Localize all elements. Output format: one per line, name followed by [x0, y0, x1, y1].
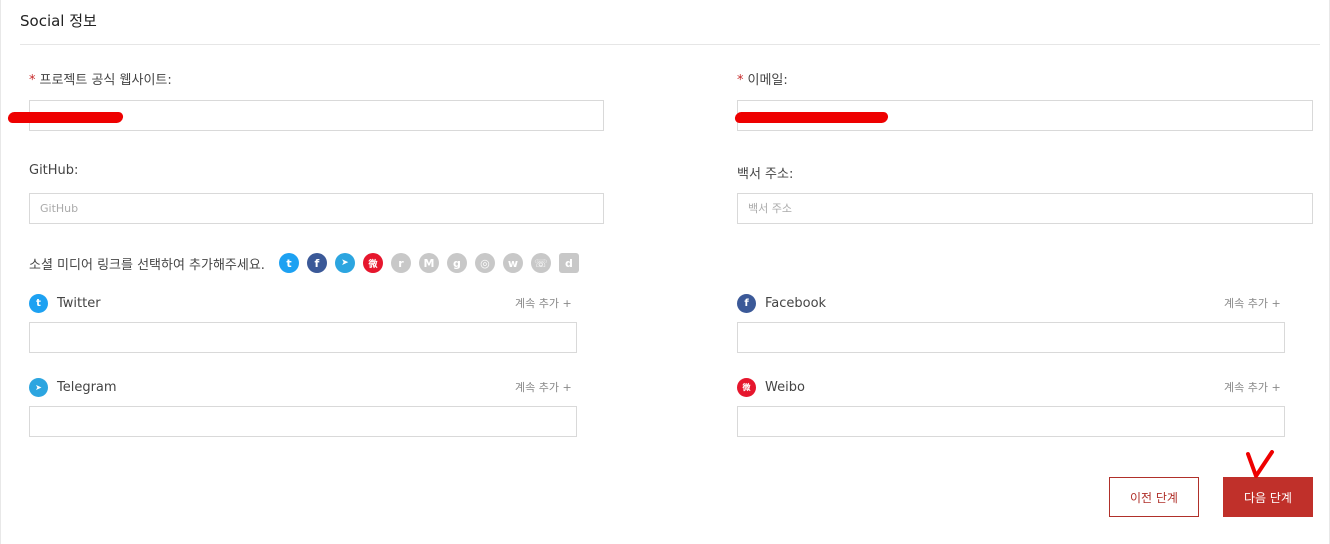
redaction-mark	[734, 112, 889, 123]
medium-icon[interactable]: M	[418, 253, 439, 273]
facebook-icon[interactable]: f	[306, 253, 327, 273]
github-input[interactable]	[29, 193, 604, 224]
github-icon[interactable]: g	[446, 253, 467, 273]
facebook-icon: f	[737, 294, 756, 313]
whitepaper-input[interactable]	[737, 193, 1313, 224]
social-selector: 소셜 미디어 링크를 선택하여 추가해주세요. t f ➤ 微 r M g ◎ …	[29, 253, 587, 273]
telegram-row-header: ➤ Telegram	[29, 378, 117, 397]
website-label-row: * 프로젝트 공식 웹사이트:	[29, 69, 172, 88]
section-divider	[20, 44, 1320, 45]
whitepaper-label: 백서 주소:	[737, 167, 794, 182]
twitter-icon[interactable]: t	[278, 253, 299, 273]
weibo-icon: 微	[737, 378, 756, 397]
reddit-icon[interactable]: r	[390, 253, 411, 273]
email-label-row: * 이메일:	[737, 69, 788, 88]
section-title: Social 정보	[20, 12, 97, 30]
facebook-row-header: f Facebook	[737, 294, 826, 313]
twitter-input[interactable]	[29, 322, 577, 353]
telegram-input[interactable]	[29, 406, 577, 437]
telegram-add-more-link[interactable]: 계속 추가 +	[515, 379, 572, 395]
weibo-row-header: 微 Weibo	[737, 378, 805, 397]
telegram-icon: ➤	[29, 378, 48, 397]
discord-icon[interactable]: d	[558, 253, 579, 273]
facebook-label: Facebook	[765, 296, 827, 311]
twitter-row-header: t Twitter	[29, 294, 101, 313]
required-marker: *	[29, 73, 36, 88]
social-prompt: 소셜 미디어 링크를 선택하여 추가해주세요.	[29, 257, 265, 273]
next-step-button[interactable]: 다음 단계	[1223, 477, 1313, 517]
weibo-label: Weibo	[765, 380, 805, 395]
twitter-label: Twitter	[57, 296, 101, 311]
telegram-label: Telegram	[57, 380, 117, 395]
website-label: 프로젝트 공식 웹사이트:	[39, 73, 172, 88]
required-marker: *	[737, 73, 744, 88]
redaction-mark	[7, 112, 124, 123]
weibo-input[interactable]	[737, 406, 1285, 437]
weibo-icon[interactable]: 微	[362, 253, 383, 273]
wechat-icon[interactable]: w	[502, 253, 523, 273]
twitter-icon: t	[29, 294, 48, 313]
twitter-add-more-link[interactable]: 계속 추가 +	[515, 295, 572, 311]
weibo-add-more-link[interactable]: 계속 추가 +	[1224, 379, 1281, 395]
prev-step-button[interactable]: 이전 단계	[1109, 477, 1199, 517]
annotation-check-icon	[1246, 450, 1274, 478]
email-label: 이메일:	[747, 73, 788, 88]
whatsapp-icon[interactable]: ☏	[530, 253, 551, 273]
github-label: GitHub:	[29, 163, 79, 178]
instagram-icon[interactable]: ◎	[474, 253, 495, 273]
facebook-input[interactable]	[737, 322, 1285, 353]
facebook-add-more-link[interactable]: 계속 추가 +	[1224, 295, 1281, 311]
telegram-icon[interactable]: ➤	[334, 253, 355, 273]
